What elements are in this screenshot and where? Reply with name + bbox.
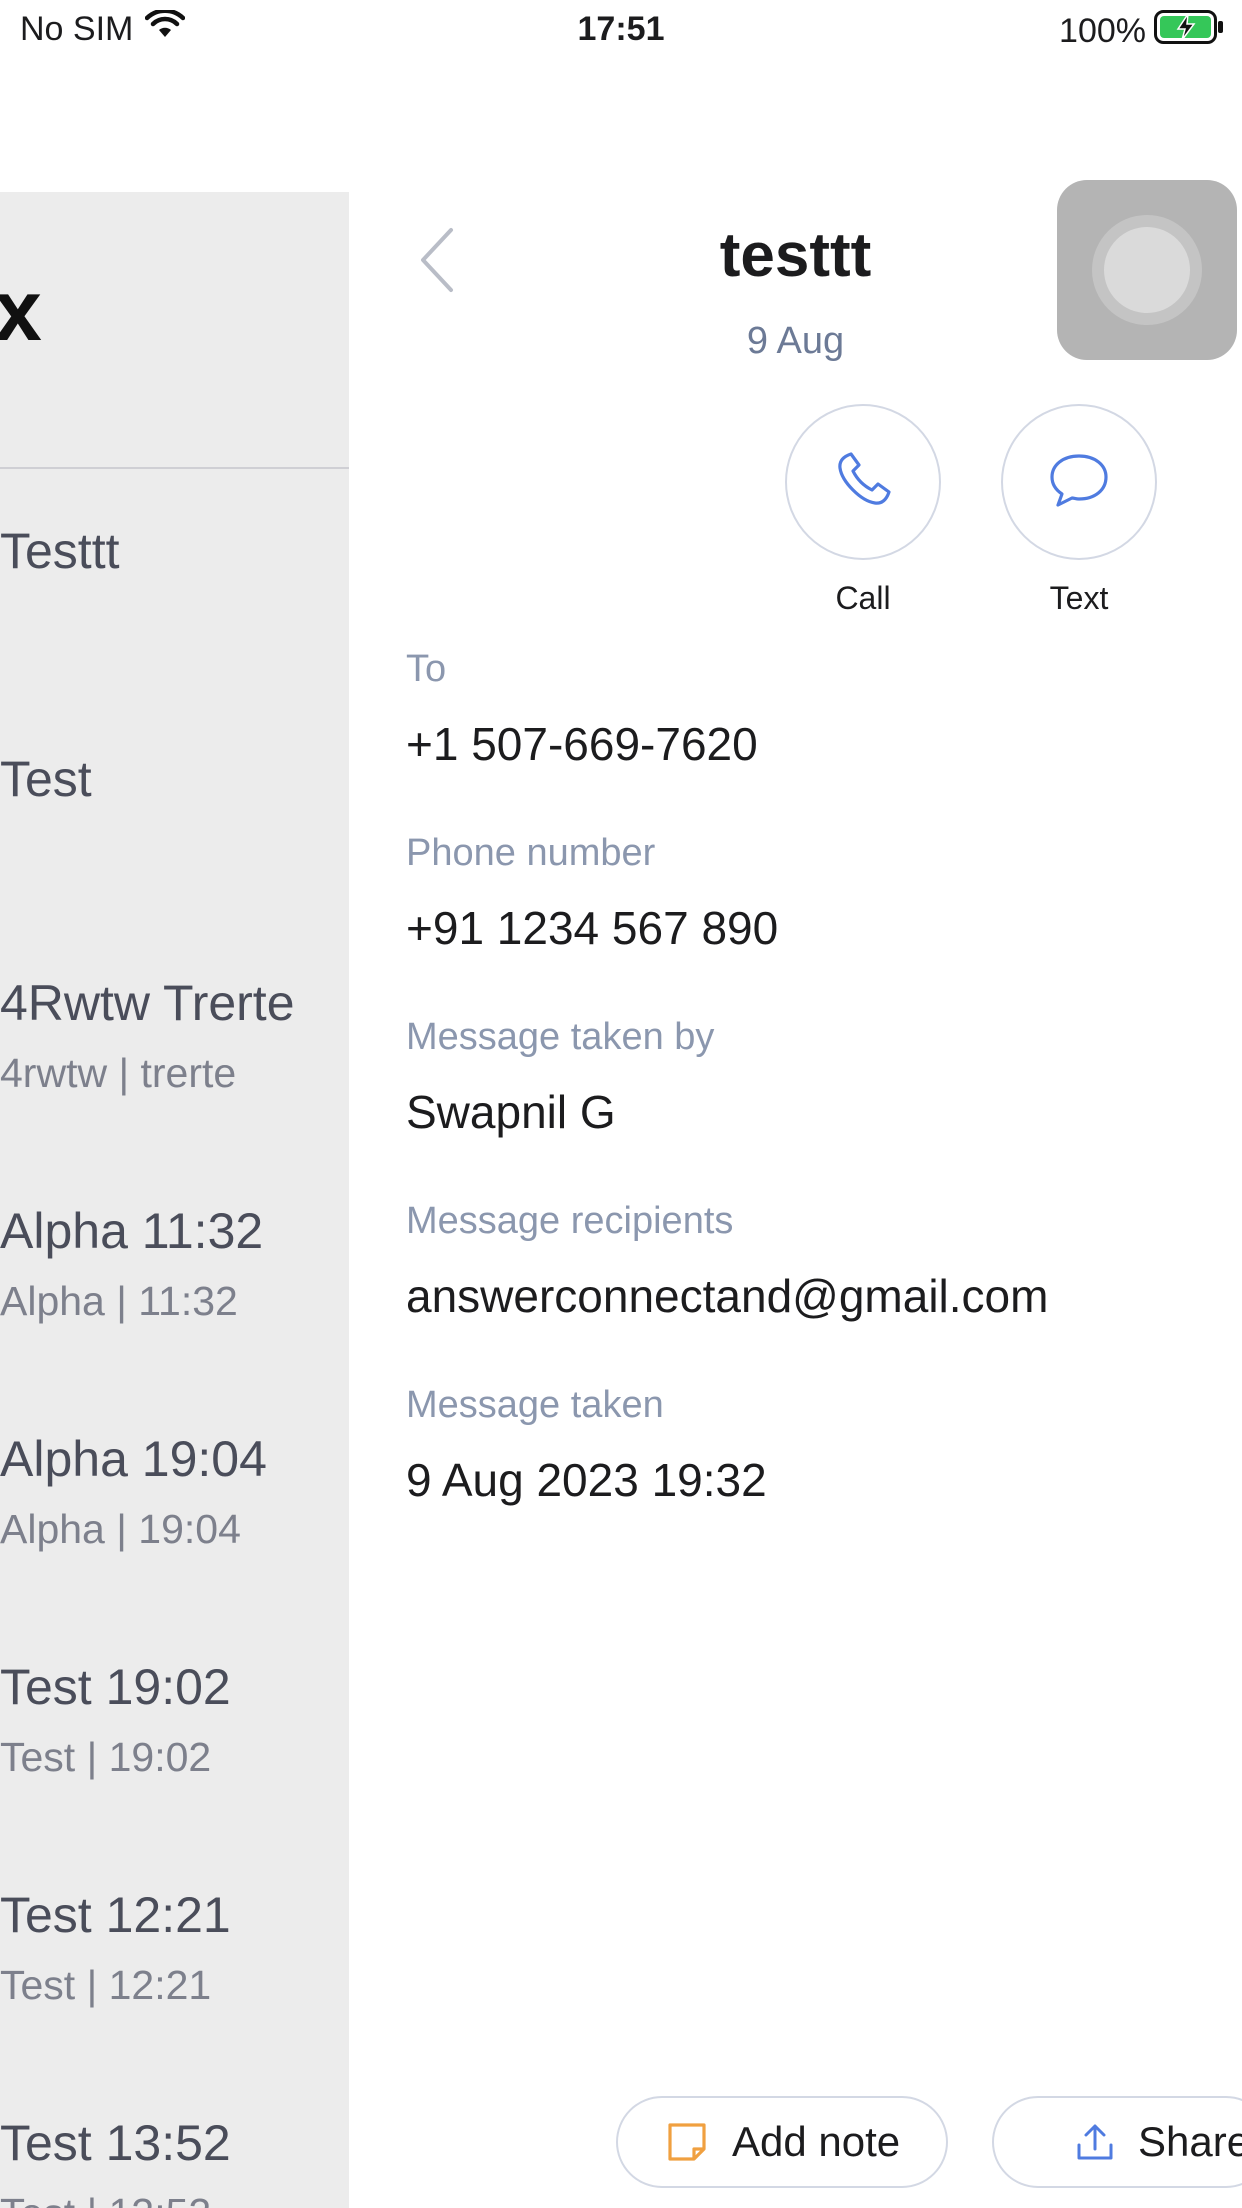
list-item-name: Test	[0, 751, 92, 807]
field-message-taken: Message taken 9 Aug 2023 19:32	[406, 1384, 1226, 1507]
list-item-name: Test 12:21	[0, 1887, 231, 1943]
list-item[interactable]: Test	[0, 750, 349, 808]
field-label: Message taken	[406, 1384, 664, 1426]
list-item[interactable]: Testtt	[0, 522, 349, 580]
field-label: To	[406, 648, 447, 690]
add-note-label: Add note	[732, 2118, 901, 2165]
call-button[interactable]	[785, 404, 941, 560]
status-bar: No SIM 17:51 100%	[0, 0, 1242, 62]
field-label: Phone number	[406, 832, 656, 874]
text-label: Text	[1049, 580, 1109, 616]
field-label: Message taken by	[406, 1016, 715, 1058]
list-item-preview: 4rwtw | trerte	[0, 1050, 237, 1096]
list-item-name: 4Rwtw Trerte	[0, 975, 295, 1031]
text-button[interactable]	[1001, 404, 1157, 560]
battery-status: 100%	[1059, 10, 1226, 53]
field-value: 9 Aug 2023 19:32	[406, 1454, 767, 1506]
list-item[interactable]: Alpha 19:04 Alpha | 19:04	[0, 1430, 349, 1553]
battery-icon	[1154, 10, 1226, 53]
field-value[interactable]: +91 1234 567 890	[406, 901, 1226, 955]
field-phone-number: Phone number +91 1234 567 890	[406, 832, 1226, 955]
list-item-name: Test 13:52	[0, 2115, 231, 2171]
list-divider	[0, 467, 349, 469]
list-item-preview: Alpha | 19:04	[0, 1506, 241, 1552]
list-item-name: Alpha 19:04	[0, 1431, 267, 1487]
list-item-preview: Test | 13:52	[0, 2190, 349, 2208]
text-action[interactable]: Text	[999, 404, 1159, 617]
list-item-preview: Alpha | 11:32	[0, 1278, 238, 1324]
field-message-recipients: Message recipients answerconnectand@gmai…	[406, 1200, 1226, 1323]
inbox-title: x	[0, 263, 42, 359]
field-message-taken-by: Message taken by Swapnil G	[406, 1016, 1226, 1139]
field-label: Message recipients	[406, 1200, 734, 1242]
list-item-preview: Test | 19:02	[0, 1734, 212, 1780]
chat-bubble-icon	[1046, 450, 1112, 515]
list-item-name: Test 19:02	[0, 1659, 231, 1715]
field-value: Swapnil G	[406, 1086, 616, 1138]
list-item-preview: Test | 12:21	[0, 1962, 212, 2008]
list-item-name: Testtt	[0, 523, 120, 579]
list-item[interactable]: Alpha 11:32 Alpha | 11:32	[0, 1202, 349, 1325]
field-value[interactable]: +1 507-669-7620	[406, 717, 1226, 771]
list-item[interactable]: 4Rwtw Trerte 4rwtw | trerte	[0, 974, 349, 1097]
call-label: Call	[835, 580, 891, 616]
field-to: To +1 507-669-7620	[406, 648, 1226, 771]
list-item[interactable]: Test 12:21 Test | 12:21	[0, 1886, 349, 2009]
share-icon	[1074, 2121, 1116, 2163]
add-note-button[interactable]: Add note	[616, 2096, 948, 2188]
assistive-touch-center	[1104, 227, 1190, 313]
list-item[interactable]: Test 13:52 Test | 13:52	[0, 2114, 349, 2208]
share-button[interactable]: Share	[992, 2096, 1242, 2188]
message-detail-panel: testtt 9 Aug Call Text To +1 507-669-762…	[349, 180, 1242, 2208]
clock: 17:51	[577, 10, 665, 48]
list-item[interactable]: Test 19:02 Test | 19:02	[0, 1658, 349, 1781]
battery-percent: 100%	[1059, 12, 1146, 50]
assistive-touch-button[interactable]	[1057, 180, 1237, 360]
note-icon	[664, 2119, 710, 2165]
field-value[interactable]: answerconnectand@gmail.com	[406, 1269, 1226, 1323]
share-label: Share	[1138, 2118, 1242, 2165]
phone-icon	[831, 448, 895, 517]
inbox-list-panel: x Testtt Test 4Rwtw Trerte 4rwtw | trert…	[0, 192, 349, 2208]
call-action[interactable]: Call	[783, 404, 943, 617]
list-item-name: Alpha 11:32	[0, 1203, 264, 1259]
